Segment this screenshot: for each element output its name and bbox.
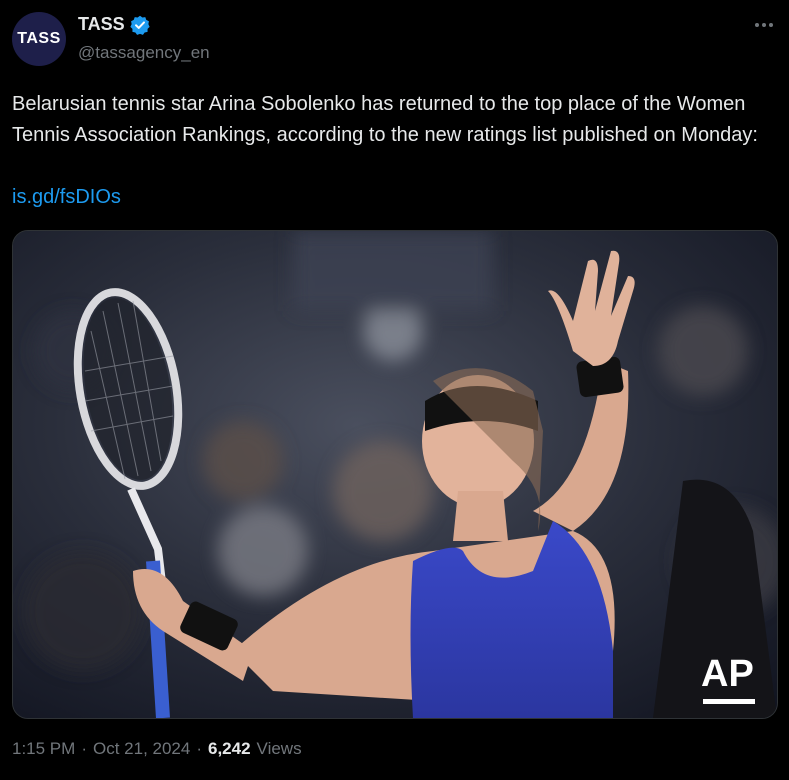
meta-separator: ·: [81, 739, 87, 758]
tweet-time[interactable]: 1:15 PM: [12, 739, 75, 759]
views-label: Views: [256, 739, 302, 758]
meta-separator-2: ·: [196, 739, 202, 758]
tweet-date[interactable]: Oct 21, 2024: [93, 739, 190, 759]
author-name-row: TASS: [78, 14, 150, 35]
tweet-card: TASS TASS @tassagency_en Belarusian tenn…: [0, 0, 789, 780]
tweet-media-photo[interactable]: AP: [12, 230, 778, 719]
tennis-player-photo-icon: AP: [13, 231, 777, 718]
avatar-text: TASS: [17, 30, 61, 47]
tweet-link[interactable]: is.gd/fsDIOs: [12, 182, 121, 213]
ap-watermark: AP: [701, 653, 754, 695]
author-handle[interactable]: @tassagency_en: [78, 43, 210, 63]
more-options-icon[interactable]: [753, 14, 775, 36]
views-count: 6,242: [208, 739, 251, 758]
tweet-text: Belarusian tennis star Arina Sobolenko h…: [12, 93, 758, 146]
author-display-name[interactable]: TASS: [78, 14, 125, 35]
tweet-meta: 1:15 PM · Oct 21, 2024 · 6,242 Views: [12, 739, 302, 759]
avatar[interactable]: TASS: [12, 12, 66, 66]
verified-badge-icon: [130, 15, 150, 35]
